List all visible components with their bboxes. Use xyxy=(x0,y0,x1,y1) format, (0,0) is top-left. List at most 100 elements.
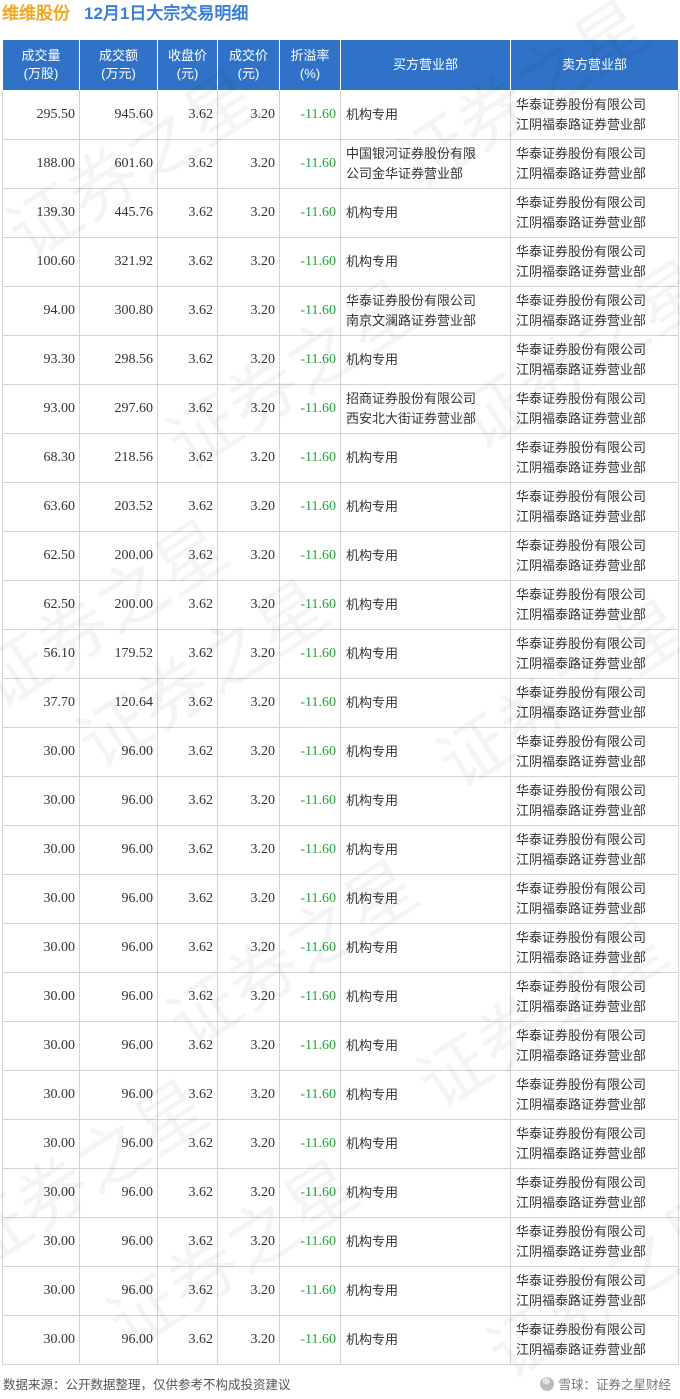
cell-volume: 68.30 xyxy=(2,433,80,483)
cell-price: 3.20 xyxy=(217,1266,280,1316)
page-title: 维维股份 12月1日大宗交易明细 xyxy=(0,0,680,32)
seller-line: 江阴福泰路证券营业部 xyxy=(516,1048,647,1063)
buyer-line: 机构专用 xyxy=(346,891,399,906)
cell-price: 3.20 xyxy=(217,825,280,875)
cell-price: 3.20 xyxy=(217,90,280,140)
seller-line: 华泰证券股份有限公司 xyxy=(516,195,647,210)
buyer-line: 机构专用 xyxy=(346,1283,399,1298)
cell-price: 3.20 xyxy=(217,972,280,1022)
cell-amount: 96.00 xyxy=(79,825,158,875)
cell-buyer: 机构专用 xyxy=(340,678,511,728)
cell-amount: 96.00 xyxy=(79,1021,158,1071)
cell-seller: 华泰证券股份有限公司 江阴福泰路证券营业部 xyxy=(510,384,679,434)
cell-volume: 100.60 xyxy=(2,237,80,287)
buyer-line: 机构专用 xyxy=(346,1038,399,1053)
buyer-line: 机构专用 xyxy=(346,254,399,269)
table-row: 30.00 96.00 3.62 3.20 -11.60 机构专用 华泰证券股份有限公司 江阴… xyxy=(2,1168,679,1218)
cell-amount: 945.60 xyxy=(79,90,158,140)
cell-volume: 37.70 xyxy=(2,678,80,728)
seller-line: 江阴福泰路证券营业部 xyxy=(516,901,647,916)
seller-line: 江阴福泰路证券营业部 xyxy=(516,656,647,671)
cell-close: 3.62 xyxy=(157,972,218,1022)
seller-line: 江阴福泰路证券营业部 xyxy=(516,460,647,475)
cell-close: 3.62 xyxy=(157,580,218,630)
cell-amount: 96.00 xyxy=(79,874,158,924)
table-header-row: 成交量 (万股) 成交额 (万元) 收盘价 (元) 成交价 (元) 折溢率 (%) 买方营… xyxy=(2,39,679,91)
seller-line: 江阴福泰路证券营业部 xyxy=(516,1195,647,1210)
block-trade-table: 成交量 (万股) 成交额 (万元) 收盘价 (元) 成交价 (元) 折溢率 (%) 买方营… xyxy=(2,39,679,1365)
col-header-buyer: 买方营业部 xyxy=(340,39,511,91)
cell-amount: 120.64 xyxy=(79,678,158,728)
cell-buyer: 机构专用 xyxy=(340,825,511,875)
buyer-line: 西安北大街证券营业部 xyxy=(346,411,477,426)
table-row: 30.00 96.00 3.62 3.20 -11.60 机构专用 华泰证券股份有限公司 江阴… xyxy=(2,825,679,875)
cell-amount: 179.52 xyxy=(79,629,158,679)
cell-price: 3.20 xyxy=(217,1119,280,1169)
seller-line: 华泰证券股份有限公司 xyxy=(516,930,647,945)
buyer-line: 机构专用 xyxy=(346,1234,399,1249)
cell-price: 3.20 xyxy=(217,1168,280,1218)
cell-seller: 华泰证券股份有限公司 江阴福泰路证券营业部 xyxy=(510,678,679,728)
cell-volume: 295.50 xyxy=(2,90,80,140)
title-text: 12月1日大宗交易明细 xyxy=(84,4,249,23)
cell-volume: 30.00 xyxy=(2,1168,80,1218)
seller-line: 华泰证券股份有限公司 xyxy=(516,783,647,798)
seller-line: 江阴福泰路证券营业部 xyxy=(516,754,647,769)
seller-line: 华泰证券股份有限公司 xyxy=(516,587,647,602)
cell-price: 3.20 xyxy=(217,433,280,483)
cell-amount: 96.00 xyxy=(79,1315,158,1365)
table-row: 30.00 96.00 3.62 3.20 -11.60 机构专用 华泰证券股份有限公司 江阴… xyxy=(2,776,679,826)
buyer-line: 南京文澜路证券营业部 xyxy=(346,313,477,328)
cell-close: 3.62 xyxy=(157,237,218,287)
seller-line: 江阴福泰路证券营业部 xyxy=(516,607,647,622)
cell-amount: 321.92 xyxy=(79,237,158,287)
cell-buyer: 机构专用 xyxy=(340,629,511,679)
cell-premium: -11.60 xyxy=(279,433,341,483)
cell-price: 3.20 xyxy=(217,237,280,287)
cell-buyer: 机构专用 xyxy=(340,1217,511,1267)
cell-amount: 218.56 xyxy=(79,433,158,483)
cell-premium: -11.60 xyxy=(279,139,341,189)
cell-close: 3.62 xyxy=(157,874,218,924)
buyer-line: 机构专用 xyxy=(346,1087,399,1102)
cell-seller: 华泰证券股份有限公司 江阴福泰路证券营业部 xyxy=(510,1217,679,1267)
table-row: 63.60 203.52 3.62 3.20 -11.60 机构专用 华泰证券股份有限公司江… xyxy=(2,482,679,532)
cell-volume: 30.00 xyxy=(2,1119,80,1169)
cell-premium: -11.60 xyxy=(279,1266,341,1316)
cell-premium: -11.60 xyxy=(279,874,341,924)
seller-line: 华泰证券股份有限公司 xyxy=(516,489,647,504)
table-row: 100.60 321.92 3.62 3.20 -11.60 机构专用 华泰证券股份有限公司… xyxy=(2,237,679,287)
cell-buyer: 机构专用 xyxy=(340,1266,511,1316)
buyer-line: 机构专用 xyxy=(346,989,399,1004)
cell-buyer: 机构专用 xyxy=(340,1315,511,1365)
cell-price: 3.20 xyxy=(217,384,280,434)
cell-volume: 30.00 xyxy=(2,1266,80,1316)
cell-amount: 96.00 xyxy=(79,923,158,973)
cell-buyer: 机构专用 xyxy=(340,874,511,924)
cell-amount: 96.00 xyxy=(79,776,158,826)
cell-premium: -11.60 xyxy=(279,1315,341,1365)
cell-close: 3.62 xyxy=(157,384,218,434)
cell-price: 3.20 xyxy=(217,727,280,777)
table-row: 188.00 601.60 3.62 3.20 -11.60 中国银河证券股份有限 公司金华… xyxy=(2,139,679,189)
buyer-line: 机构专用 xyxy=(346,205,399,220)
table-row: 30.00 96.00 3.62 3.20 -11.60 机构专用 华泰证券股份有限公司 江阴… xyxy=(2,1119,679,1169)
cell-close: 3.62 xyxy=(157,1266,218,1316)
seller-line: 江阴福泰路证券营业部 xyxy=(516,1342,647,1357)
cell-volume: 56.10 xyxy=(2,629,80,679)
cell-price: 3.20 xyxy=(217,1070,280,1120)
data-source-note: 数据来源：公开数据整理，仅供参考不构成投资建议 xyxy=(3,1378,291,1392)
cell-volume: 30.00 xyxy=(2,1021,80,1071)
cell-seller: 华泰证券股份有限公司 江阴福泰路证券营业部 xyxy=(510,1070,679,1120)
buyer-line: 机构专用 xyxy=(346,107,399,122)
cell-seller: 华泰证券股份有限公司 江阴福泰路证券营业部 xyxy=(510,1168,679,1218)
table-row: 30.00 96.00 3.62 3.20 -11.60 机构专用 华泰证券股份有限公司 江阴… xyxy=(2,1315,679,1365)
cell-close: 3.62 xyxy=(157,629,218,679)
cell-premium: -11.60 xyxy=(279,237,341,287)
brand-text: 雪球：证券之星财经 xyxy=(558,1378,671,1392)
cell-seller: 华泰证券股份有限公司 江阴福泰路证券营业部 xyxy=(510,433,679,483)
cell-buyer: 机构专用 xyxy=(340,1168,511,1218)
cell-seller: 华泰证券股份有限公司 江阴福泰路证券营业部 xyxy=(510,972,679,1022)
cell-close: 3.62 xyxy=(157,1217,218,1267)
seller-line: 江阴福泰路证券营业部 xyxy=(516,1146,647,1161)
